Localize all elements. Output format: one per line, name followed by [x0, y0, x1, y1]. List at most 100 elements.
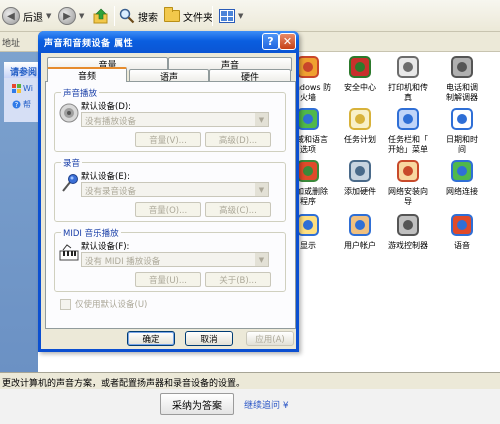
- control-panel-item[interactable]: 日期和时 间: [432, 106, 492, 155]
- close-button[interactable]: ✕: [279, 33, 296, 50]
- ok-button[interactable]: 确定: [127, 331, 175, 346]
- midi-playback-group: MIDI 音乐播放 默认设备(F): 没有 MIDI 播放设备 ▼ 音量(U).…: [54, 227, 286, 292]
- control-panel-item-label: 添加硬件: [344, 187, 376, 196]
- security-center-icon: [349, 56, 371, 78]
- group-title: 声音播放: [61, 87, 100, 99]
- use-default-devices-checkbox[interactable]: 仅使用默认设备(U): [60, 298, 147, 310]
- control-panel-item-label: 用户帐户: [344, 241, 376, 250]
- folders-label: 文件夹: [183, 12, 213, 24]
- chevron-down-icon: ▼: [255, 113, 268, 126]
- svg-text:?: ?: [15, 101, 19, 109]
- default-device-label: 默认设备(D):: [81, 102, 132, 112]
- search-button[interactable]: 搜索: [119, 6, 158, 26]
- control-panel-item-label: 任务计划: [344, 135, 376, 144]
- see-also-title: 请参阅: [4, 62, 38, 78]
- checkbox-box[interactable]: [60, 298, 71, 310]
- search-icon: [119, 8, 135, 24]
- back-label: 后退: [23, 12, 43, 24]
- help-button[interactable]: ?: [262, 33, 279, 50]
- control-panel-item[interactable]: 任务栏和「 开始」菜单: [378, 106, 438, 155]
- recording-volume-button[interactable]: 音量(O)...: [135, 202, 201, 217]
- select-value: 没有 MIDI 播放设备: [85, 257, 161, 267]
- explorer-toolbar: ◀ 后退 ▼ ▶ ▼ 搜索 文件夹 ▼: [0, 0, 500, 32]
- midi-volume-button[interactable]: 音量(U)...: [135, 272, 201, 287]
- taskbar-icon: [397, 108, 419, 130]
- control-panel-item[interactable]: 网络连接: [432, 158, 492, 197]
- help-icon: ?: [12, 100, 21, 109]
- recording-group: 录音 默认设备(E): 没有录音设备 ▼ 音量(O)... 高级(C)...: [54, 157, 286, 222]
- control-panel-item[interactable]: 打印机和传 真: [378, 54, 438, 103]
- up-folder-icon: [93, 8, 108, 24]
- control-panel-item-label: 打印机和传 真: [388, 83, 428, 102]
- control-panel-item-label: 游戏控制器: [388, 241, 428, 250]
- cancel-button[interactable]: 取消: [185, 331, 233, 346]
- playback-volume-button[interactable]: 音量(V)...: [135, 132, 201, 147]
- microphone-icon: [62, 174, 78, 192]
- group-title: MIDI 音乐播放: [61, 227, 121, 239]
- control-panel-item[interactable]: 电话和调 制解调器: [432, 54, 492, 103]
- forward-button[interactable]: ▶ ▼: [58, 6, 84, 26]
- midi-about-button[interactable]: 关于(B)...: [205, 272, 271, 287]
- web-page-strip: 采纳为答案 继续追问 ¥: [0, 389, 500, 424]
- recording-advanced-button[interactable]: 高级(C)...: [205, 202, 271, 217]
- control-panel-item[interactable]: 游戏控制器: [378, 212, 438, 251]
- select-value: 没有播放设备: [85, 117, 137, 127]
- midi-device-select[interactable]: 没有 MIDI 播放设备 ▼: [81, 252, 269, 267]
- chevron-down-icon: ▼: [238, 12, 244, 20]
- control-panel-item[interactable]: 网络安装向 导: [378, 158, 438, 207]
- views-button[interactable]: ▼: [219, 6, 243, 26]
- status-text: 更改计算机的声音方案，或者配置扬声器和录音设备的设置。: [2, 379, 246, 389]
- speech-icon: [451, 214, 473, 236]
- chevron-down-icon: ▼: [46, 12, 52, 20]
- see-also-item-label: 帮: [23, 100, 31, 109]
- toolbar-separator: [114, 6, 115, 26]
- back-button[interactable]: ◀ 后退 ▼: [2, 6, 51, 26]
- task-pane: 请参阅 Wi ? 帮: [0, 52, 38, 372]
- address-label: 地址: [2, 39, 21, 49]
- sound-playback-group: 声音播放 默认设备(D): 没有播放设备 ▼ 音量(V)... 高级(D)...: [54, 87, 286, 152]
- see-also-item-windows-update[interactable]: Wi: [4, 78, 38, 93]
- see-also-item-help[interactable]: ? 帮: [4, 93, 38, 110]
- up-folder-button[interactable]: [92, 6, 110, 26]
- playback-device-select[interactable]: 没有播放设备 ▼: [81, 112, 269, 127]
- recording-device-select[interactable]: 没有录音设备 ▼: [81, 182, 269, 197]
- tab-audio[interactable]: 音频: [47, 67, 127, 82]
- control-panel-item-label: 安全中心: [344, 83, 376, 92]
- scheduled-tasks-icon: [349, 108, 371, 130]
- sound-properties-dialog: 声音和音频设备 属性 ? ✕ 音量 声音 音频 语声 硬件 声音播放 默认设备(…: [38, 31, 299, 352]
- folders-button[interactable]: 文件夹: [164, 6, 213, 26]
- help-icon: ?: [267, 35, 274, 48]
- playback-advanced-button[interactable]: 高级(D)...: [205, 132, 271, 147]
- see-also-box: 请参阅 Wi ? 帮: [4, 62, 38, 122]
- select-value: 没有录音设备: [85, 187, 137, 197]
- printer-icon: [397, 56, 419, 78]
- forward-arrow-icon: ▶: [58, 7, 76, 25]
- chevron-down-icon: ▼: [79, 12, 85, 20]
- follow-up-link[interactable]: 继续追问 ¥: [244, 398, 289, 411]
- speaker-icon: [59, 103, 79, 123]
- control-panel-item-label: 任务栏和「 开始」菜单: [388, 135, 428, 154]
- add-hardware-icon: [349, 160, 371, 182]
- accept-answer-button[interactable]: 采纳为答案: [160, 393, 234, 415]
- dialog-title: 声音和音频设备 属性: [44, 39, 134, 49]
- search-label: 搜索: [138, 12, 158, 24]
- back-arrow-icon: ◀: [2, 7, 20, 25]
- network-wizard-icon: [397, 160, 419, 182]
- default-device-label: 默认设备(F):: [81, 242, 130, 252]
- close-icon: ✕: [282, 35, 293, 48]
- windows-update-icon: [12, 84, 21, 93]
- status-bar: 更改计算机的声音方案，或者配置扬声器和录音设备的设置。: [0, 372, 500, 389]
- toolbar-separator: [212, 6, 213, 26]
- control-panel-item[interactable]: 语音: [432, 212, 492, 251]
- midi-keyboard-icon: [59, 244, 79, 261]
- default-device-label: 默认设备(E):: [81, 172, 130, 182]
- chevron-down-icon: ▼: [255, 183, 268, 196]
- phone-modem-icon: [451, 56, 473, 78]
- folder-icon: [164, 7, 180, 22]
- dialog-titlebar[interactable]: 声音和音频设备 属性 ? ✕: [38, 31, 299, 53]
- clock-icon: [451, 108, 473, 130]
- chevron-down-icon: ▼: [255, 253, 268, 266]
- views-icon: [219, 9, 235, 23]
- apply-button[interactable]: 应用(A): [246, 331, 294, 346]
- control-panel-item-label: 日期和时 间: [446, 135, 478, 154]
